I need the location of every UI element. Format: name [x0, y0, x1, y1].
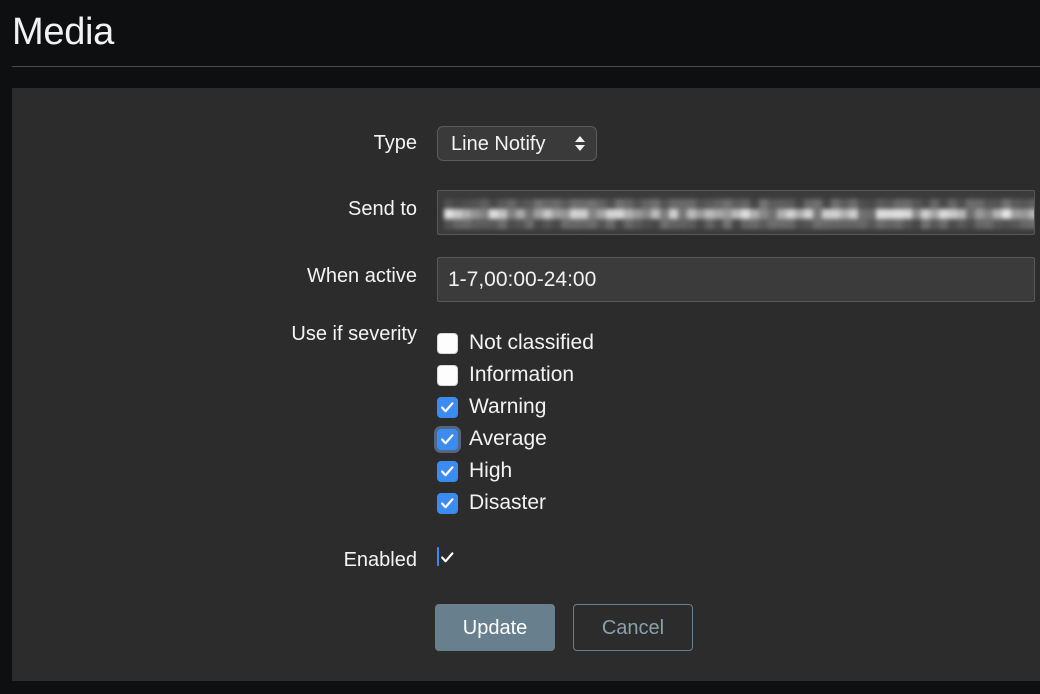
severity-checkbox-warning[interactable] — [437, 396, 458, 418]
severity-label-high: High — [469, 459, 513, 482]
enabled-label: Enabled — [343, 549, 417, 571]
severity-row: High — [437, 455, 594, 487]
media-type-select-value: Line Notify — [451, 132, 546, 155]
severity-label-average: Average — [469, 427, 547, 450]
form-actions: Update Cancel — [435, 604, 693, 651]
severity-checkbox-disaster[interactable] — [437, 492, 458, 514]
enabled-checkbox[interactable] — [437, 547, 454, 566]
media-page: Media Type Line Notify Send to When acti… — [0, 0, 1040, 694]
severity-checkbox-high[interactable] — [437, 460, 458, 482]
updown-chevron-icon — [575, 136, 588, 151]
when-active-input[interactable] — [437, 257, 1035, 302]
redacted-content — [444, 199, 1034, 229]
severity-checkbox-list: Not classified Information Warning Average H… — [437, 327, 594, 519]
severity-label-disaster: Disaster — [469, 491, 547, 514]
severity-label-warning: Warning — [469, 395, 547, 418]
page-header: Media — [0, 0, 1040, 67]
severity-label-information: Information — [469, 363, 575, 386]
severity-checkbox-average[interactable] — [437, 428, 458, 450]
cancel-button[interactable]: Cancel — [573, 604, 693, 651]
type-label: Type — [373, 132, 417, 154]
use-if-severity-label: Use if severity — [291, 323, 417, 345]
send-to-input[interactable] — [437, 190, 1035, 235]
severity-row: Not classified — [437, 327, 594, 359]
severity-row: Information — [437, 359, 594, 391]
enabled-checkbox-wrap — [437, 547, 454, 566]
header-divider — [12, 66, 1040, 67]
page-title: Media — [12, 11, 114, 53]
severity-row: Average — [437, 423, 594, 455]
media-form-panel: Type Line Notify Send to When active Use… — [12, 88, 1040, 681]
media-type-select[interactable]: Line Notify — [437, 126, 597, 161]
severity-checkbox-not-classified[interactable] — [437, 332, 458, 354]
severity-row: Disaster — [437, 487, 594, 519]
when-active-label: When active — [306, 265, 417, 287]
update-button[interactable]: Update — [435, 604, 555, 651]
severity-row: Warning — [437, 391, 594, 423]
severity-label-not-classified: Not classified — [469, 331, 594, 354]
send-to-label: Send to — [348, 198, 417, 220]
severity-checkbox-information[interactable] — [437, 364, 458, 386]
